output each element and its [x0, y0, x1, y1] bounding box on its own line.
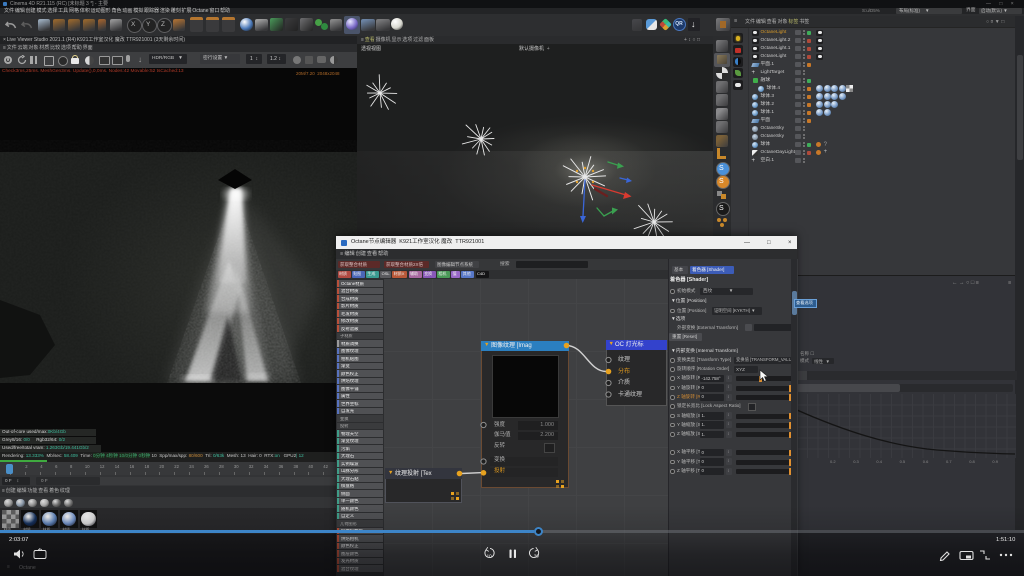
svg-text:0.8: 0.8 — [969, 459, 975, 464]
svg-text:10: 10 — [487, 554, 493, 559]
svg-text:0.5: 0.5 — [900, 459, 906, 464]
svg-text:0.7: 0.7 — [946, 459, 952, 464]
svg-text:0.9: 0.9 — [992, 459, 998, 464]
svg-text:30: 30 — [534, 554, 540, 559]
svg-text:0.6: 0.6 — [923, 459, 929, 464]
svg-text:0.4: 0.4 — [876, 459, 882, 464]
svg-text:0.3: 0.3 — [853, 459, 859, 464]
svg-text:0.2: 0.2 — [830, 459, 836, 464]
